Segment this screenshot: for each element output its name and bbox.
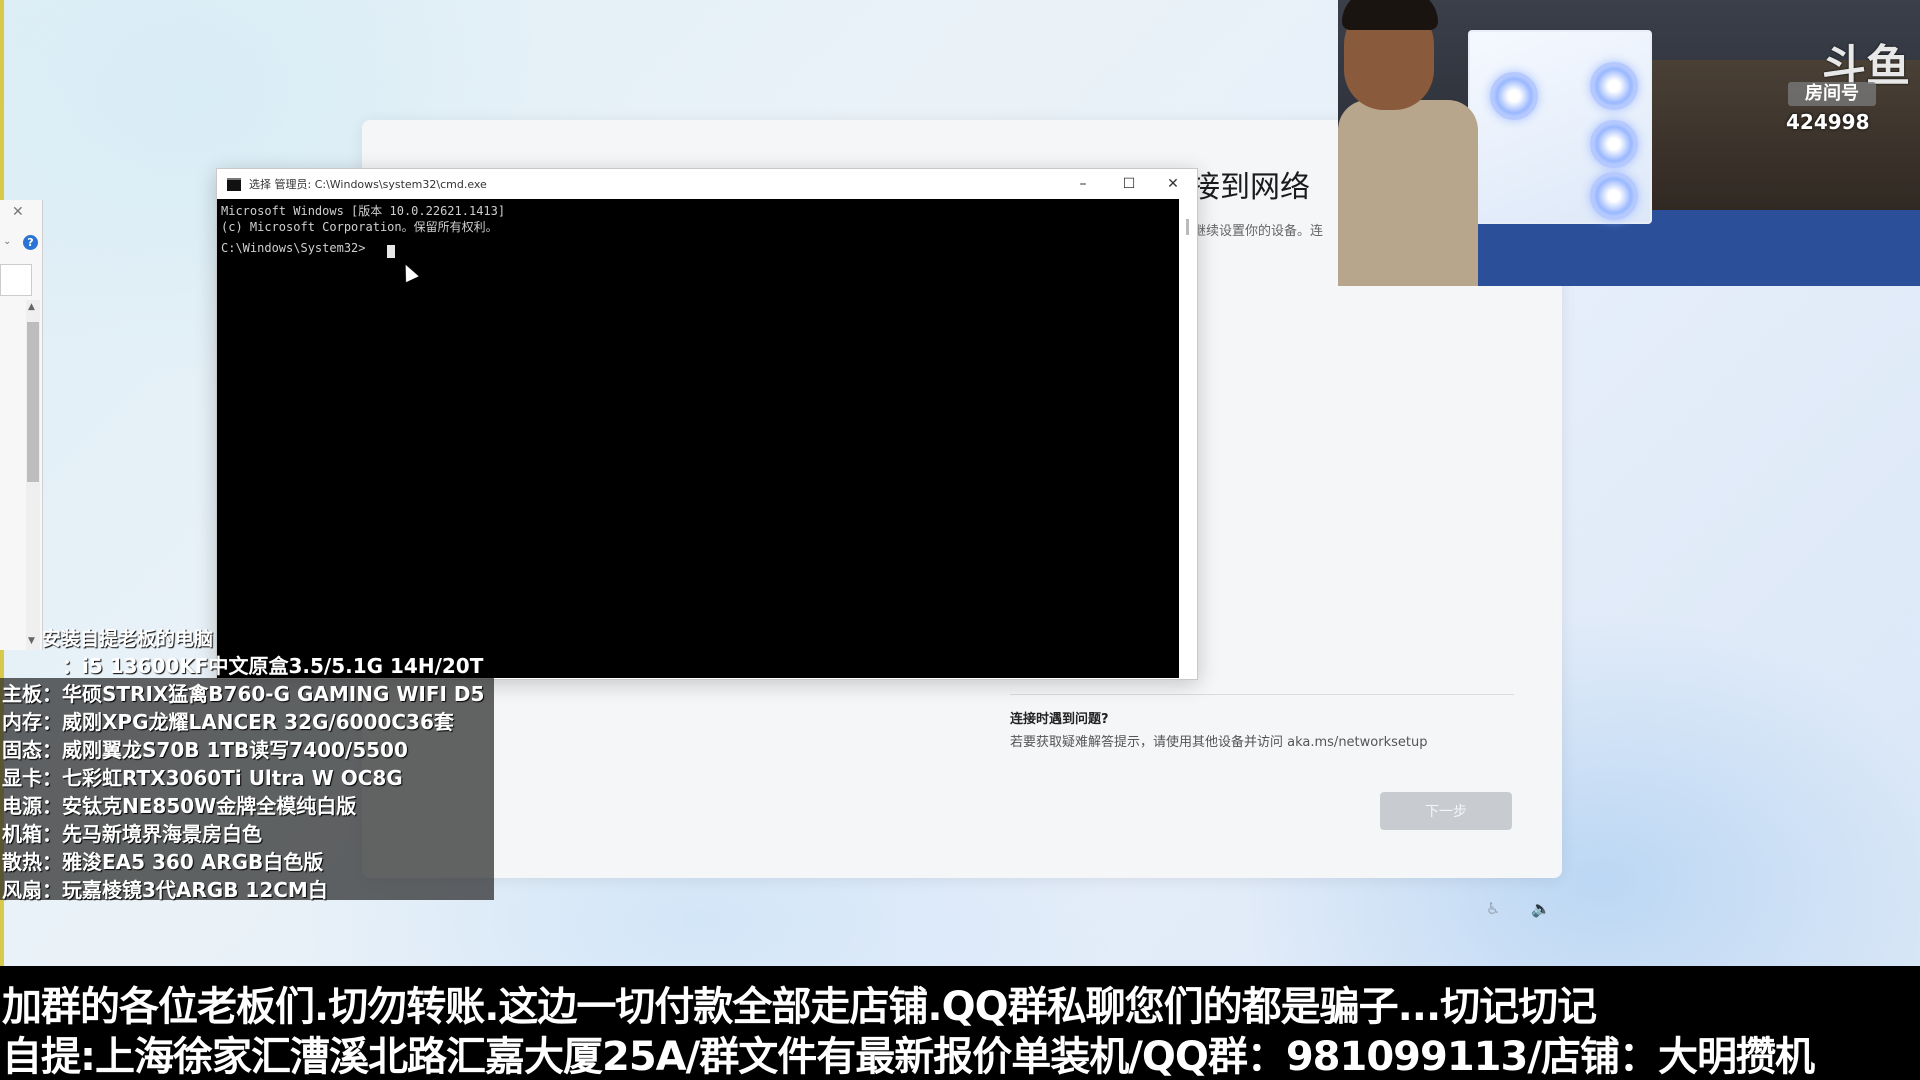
cmd-window-title: 选择 管理员: C:\Windows\system32\cmd.exe	[249, 178, 487, 191]
trouble-hint: 若要获取疑难解答提示，请使用其他设备并访问 aka.ms/networksetu…	[1010, 735, 1428, 750]
webcam-pc-case	[1468, 30, 1652, 224]
spec-cpu: ：i5 13600KF中文原盒3.5/5.1G 14H/20T	[62, 654, 484, 678]
spec-motherboard: 主板：华硕STRIX猛禽B760-G GAMING WIFI D5	[2, 682, 485, 706]
room-label: 房间号	[1788, 82, 1876, 106]
fan-icon	[1590, 62, 1638, 110]
fan-icon	[1590, 120, 1638, 168]
divider	[1010, 694, 1514, 695]
trouble-heading: 连接时遇到问题?	[1010, 712, 1109, 727]
spec-memory: 内存：威刚XPG龙耀LANCER 32G/6000C36套	[2, 710, 454, 734]
maximize-button[interactable]: ☐	[1109, 171, 1149, 197]
ticker-line-2: 自提:上海徐家汇漕溪北路汇嘉大厦25A/群文件有最新报价单装机/QQ群：9810…	[2, 1034, 1815, 1080]
spec-cooler: 散热：雅浚EA5 360 ARGB白色版	[2, 850, 324, 874]
oobe-subtitle: 继续设置你的设备。连	[1193, 224, 1324, 239]
accessibility-icon[interactable]: ♿	[1482, 898, 1504, 920]
webcam-person-body	[1338, 100, 1478, 286]
cmd-prompt: C:\Windows\System32>	[221, 241, 366, 255]
spec-fans: 风扇：玩嘉棱镜3代ARGB 12CM白	[2, 878, 328, 902]
panel-input[interactable]	[0, 264, 32, 296]
volume-icon[interactable]: 🔈	[1530, 898, 1552, 920]
pc-specs-overlay: 安装自提老板的电脑 ：i5 13600KF中文原盒3.5/5.1G 14H/20…	[0, 618, 494, 902]
panel-scroll-thumb[interactable]	[27, 322, 39, 482]
bottom-ticker: 加群的各位老板们.切勿转账.这边一切付款全部走店铺.QQ群私聊您们的都是骗子..…	[0, 966, 1920, 1080]
close-button[interactable]: ✕	[1153, 171, 1193, 197]
minimize-button[interactable]: –	[1063, 171, 1103, 197]
next-button[interactable]: 下一步	[1380, 792, 1512, 830]
cmd-scroll-thumb[interactable]	[1186, 219, 1189, 235]
spec-gpu: 显卡：七彩虹RTX3060Ti Ultra W OC8G	[2, 766, 403, 790]
cmd-scrollbar[interactable]	[1179, 199, 1197, 678]
scroll-up-icon[interactable]: ▲	[28, 302, 35, 312]
webcam-person-hair	[1342, 0, 1438, 30]
cmd-output: Microsoft Windows [版本 10.0.22621.1413] (…	[221, 203, 505, 235]
cmd-console[interactable]: Microsoft Windows [版本 10.0.22621.1413] (…	[217, 199, 1179, 678]
cmd-line-2: (c) Microsoft Corporation。保留所有权利。	[221, 220, 498, 234]
spec-psu: 电源：安钛克NE850W金牌全模纯白版	[2, 794, 357, 818]
spec-ssd: 固态：威刚翼龙S70B 1TB读写7400/5500	[2, 738, 408, 762]
fan-icon	[1490, 72, 1538, 120]
fan-icon	[1590, 172, 1638, 220]
close-icon[interactable]: ✕	[12, 204, 24, 220]
cmd-window[interactable]: 选择 管理员: C:\Windows\system32\cmd.exe – ☐ …	[216, 168, 1198, 680]
help-icon[interactable]: ?	[23, 235, 38, 250]
oobe-title: 接到网络	[1190, 170, 1310, 205]
text-cursor	[387, 245, 395, 258]
cmd-app-icon	[227, 178, 241, 191]
webcam-overlay: 斗鱼 房间号 424998	[1338, 0, 1920, 286]
chevron-down-icon[interactable]: ⌄	[3, 236, 11, 247]
specs-title: 安装自提老板的电脑	[42, 628, 214, 650]
cmd-line-1: Microsoft Windows [版本 10.0.22621.1413]	[221, 204, 506, 218]
room-number: 424998	[1786, 110, 1870, 134]
spec-case: 机箱：先马新境界海景房白色	[2, 822, 262, 846]
cmd-titlebar[interactable]: 选择 管理员: C:\Windows\system32\cmd.exe – ☐ …	[217, 169, 1197, 199]
